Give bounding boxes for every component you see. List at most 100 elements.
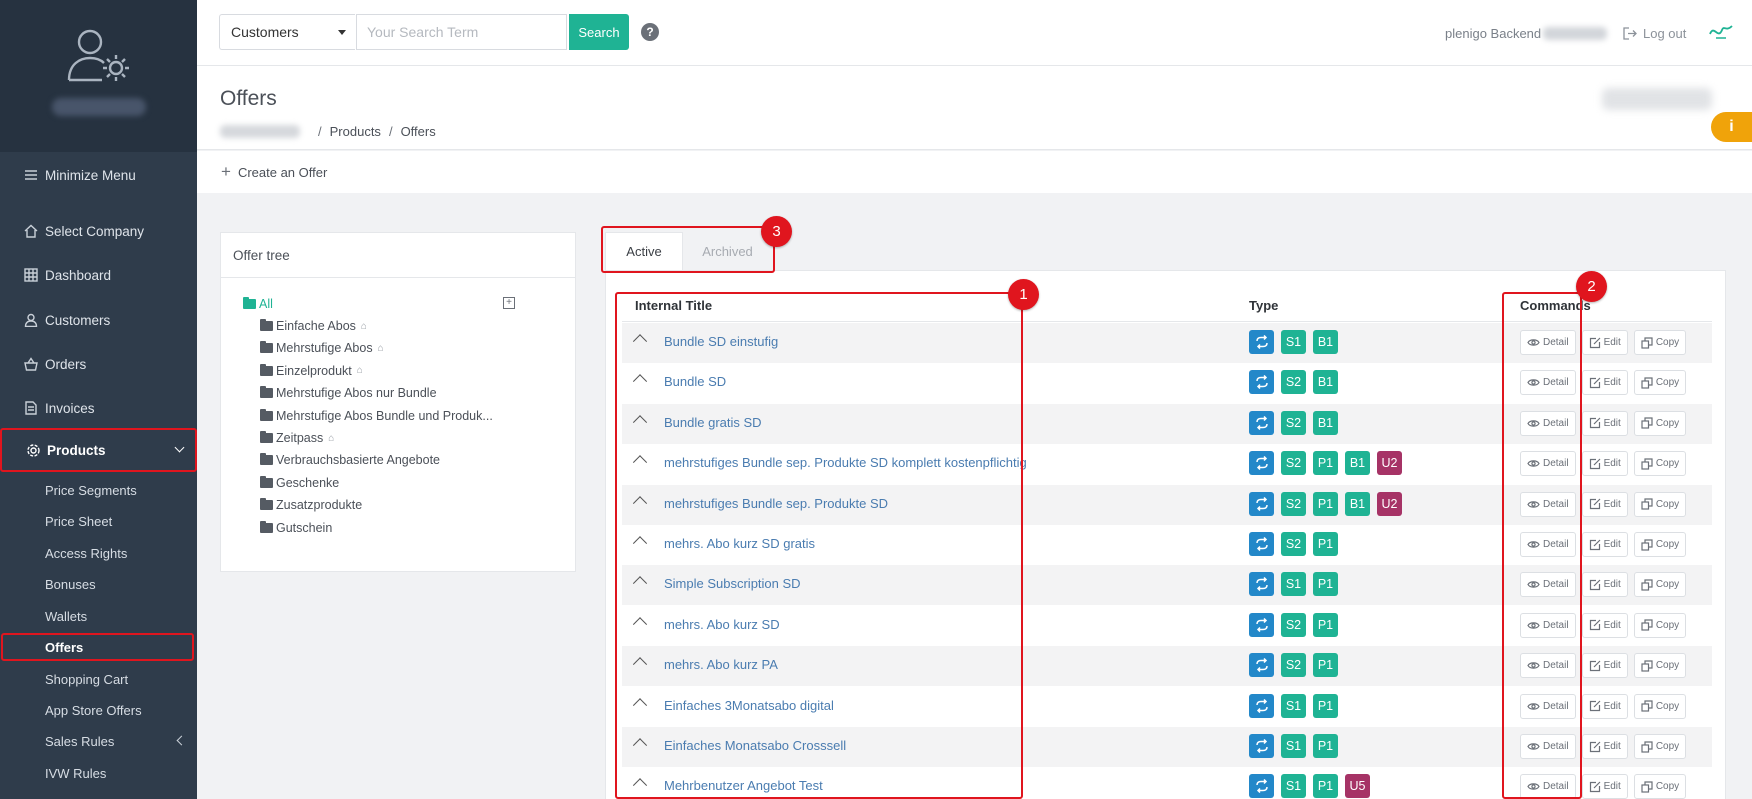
sidebar-sub-price-sheet[interactable]: Price Sheet [0, 506, 197, 536]
shared-icon: ⌂ [377, 342, 384, 354]
copy-button[interactable]: Copy [1633, 532, 1687, 557]
sidebar-sub-app-store-offers[interactable]: App Store Offers [0, 695, 197, 725]
tree-node[interactable]: Verbrauchsbasierte Angebote [260, 453, 440, 467]
copy-icon [1641, 336, 1656, 349]
sidebar-sub-wallets[interactable]: Wallets [0, 601, 197, 631]
recurring-icon [1249, 653, 1274, 678]
edit-icon [1589, 498, 1604, 510]
copy-button[interactable]: Copy [1633, 572, 1687, 598]
folder-icon [260, 408, 273, 421]
breadcrumb-company-blurred[interactable] [220, 125, 300, 138]
copy-label: Copy [1655, 781, 1680, 793]
copy-label: Copy [1655, 619, 1680, 631]
copy-button[interactable]: Copy [1633, 734, 1687, 759]
type-tag: P1 [1313, 532, 1338, 556]
logout-link[interactable]: Log out [1623, 26, 1686, 41]
copy-button[interactable]: Copy [1633, 653, 1687, 679]
type-tag: S1 [1281, 693, 1306, 718]
search-category-value: Customers [231, 24, 299, 40]
type-tag: S2 [1281, 410, 1306, 435]
tree-node[interactable]: Mehrstufige Abos nur Bundle [260, 386, 437, 400]
help-icon[interactable]: ? [641, 23, 659, 41]
folder-icon [260, 453, 273, 466]
copy-button[interactable]: Copy [1633, 330, 1687, 355]
edit-icon [1589, 539, 1604, 551]
edit-button[interactable]: Edit [1581, 734, 1628, 759]
sidebar-username-blurred [51, 98, 146, 116]
user-settings-icon [67, 29, 129, 82]
sidebar-item-select-company[interactable]: Select Company [0, 211, 197, 251]
sidebar-item-orders[interactable]: Orders [0, 344, 197, 384]
tree-node[interactable]: Gutschein [260, 520, 332, 535]
info-tab[interactable]: i [1711, 112, 1752, 142]
tree-node-label: Zeitpass [276, 431, 324, 445]
copy-icon [1641, 377, 1656, 389]
folder-icon [260, 363, 273, 376]
copy-button[interactable]: Copy [1633, 612, 1687, 638]
copy-button[interactable]: Copy [1633, 774, 1687, 799]
sidebar-item-invoices[interactable]: Invoices [0, 388, 197, 428]
callout-box-commands [1502, 292, 1582, 799]
edit-button[interactable]: Edit [1581, 330, 1628, 355]
add-node-icon[interactable]: + [503, 297, 515, 309]
tree-node-label: Mehrstufige Abos [276, 341, 373, 356]
edit-button[interactable]: Edit [1581, 693, 1628, 719]
tree-node[interactable]: Zeitpass ⌂ [260, 431, 334, 445]
copy-icon [1641, 458, 1656, 470]
tree-node[interactable]: Mehrstufige Abos ⌂ [260, 341, 384, 355]
edit-button[interactable]: Edit [1581, 532, 1628, 557]
edit-button[interactable]: Edit [1581, 410, 1628, 436]
edit-button[interactable]: Edit [1581, 572, 1628, 598]
edit-label: Edit [1603, 337, 1621, 348]
type-tags: S1 P1 [1249, 572, 1345, 597]
edit-button[interactable]: Edit [1581, 774, 1628, 799]
tree-node[interactable]: Mehrstufige Abos Bundle und Produk... [260, 408, 493, 423]
edit-button[interactable]: Edit [1581, 370, 1628, 396]
copy-button[interactable]: Copy [1633, 693, 1687, 719]
edit-button[interactable]: Edit [1581, 653, 1628, 679]
sidebar-item-products[interactable]: Products [0, 428, 197, 472]
sidebar-item-customers[interactable]: Customers [0, 300, 197, 340]
sidebar-sub-offers[interactable]: Offers [1, 633, 194, 661]
edit-label: Edit [1603, 498, 1621, 510]
tree-node[interactable]: Einfache Abos ⌂ [260, 319, 367, 333]
tree-node[interactable]: Geschenke [260, 475, 339, 490]
edit-button[interactable]: Edit [1581, 451, 1628, 477]
recurring-icon [1249, 410, 1274, 435]
sidebar-sub-shopping-cart[interactable]: Shopping Cart [0, 664, 197, 694]
sidebar-item-label: Orders [45, 356, 87, 372]
copy-icon [1641, 781, 1656, 793]
edit-icon [1589, 741, 1604, 753]
folder-icon [260, 520, 273, 533]
search-input[interactable] [356, 14, 567, 50]
search-category-select[interactable]: Customers [219, 14, 355, 50]
copy-icon [1641, 740, 1656, 753]
create-offer-button[interactable]: Create an Offer [238, 165, 327, 180]
type-tags: S1 P1 [1249, 734, 1345, 758]
search-button[interactable]: Search [569, 14, 629, 50]
edit-button[interactable]: Edit [1581, 491, 1628, 517]
tree-node[interactable]: Zusatzprodukte [260, 498, 362, 512]
breadcrumb-products[interactable]: Products [330, 124, 381, 139]
copy-button[interactable]: Copy [1633, 451, 1687, 477]
sidebar-sub-price-segments[interactable]: Price Segments [0, 475, 197, 505]
tree-node[interactable]: Einzelprodukt ⌂ [260, 363, 363, 378]
type-tag: S2 [1281, 653, 1306, 678]
sidebar-item-dashboard[interactable]: Dashboard [0, 255, 197, 295]
type-tag: P1 [1313, 734, 1338, 758]
sidebar-sub-access-rights[interactable]: Access Rights [0, 538, 197, 568]
sidebar-sub-bonuses[interactable]: Bonuses [0, 569, 197, 599]
tree-node-all[interactable]: All [243, 297, 273, 311]
sidebar-sub-ivw-rules[interactable]: IVW Rules [0, 758, 197, 788]
plenigo-logo[interactable] [1708, 20, 1734, 42]
copy-button[interactable]: Copy [1633, 410, 1687, 436]
minimize-menu[interactable]: Minimize Menu [0, 155, 197, 195]
offer-tree-panel: Offer tree + All Einfache Abos ⌂ Mehrstufi… [220, 232, 576, 572]
folder-icon [260, 341, 273, 354]
edit-icon [1589, 700, 1604, 712]
sidebar-sub-sales-rules[interactable]: Sales Rules [0, 726, 197, 756]
type-tag: S2 [1281, 491, 1306, 516]
copy-button[interactable]: Copy [1633, 491, 1687, 517]
copy-button[interactable]: Copy [1633, 370, 1687, 396]
edit-button[interactable]: Edit [1581, 612, 1628, 638]
